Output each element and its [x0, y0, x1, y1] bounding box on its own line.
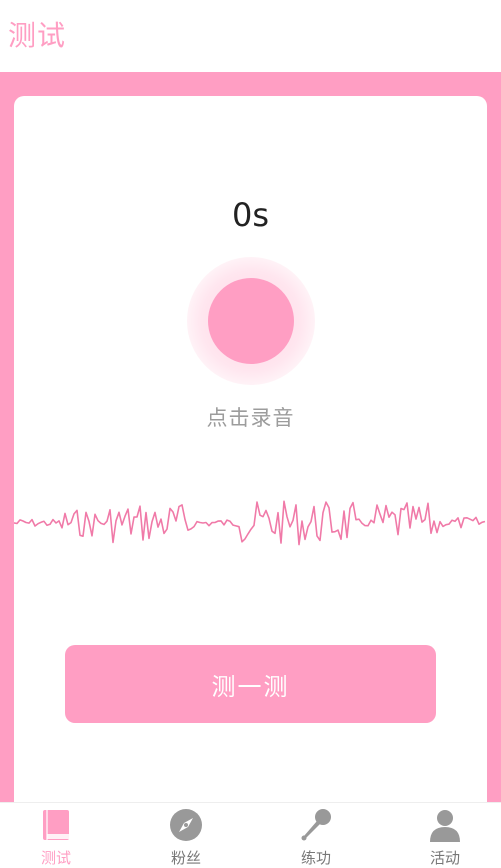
record-hint: 点击录音 [206, 406, 295, 430]
tab-events[interactable]: 活动 [405, 803, 485, 867]
tab-test-label: 测试 [40, 849, 71, 867]
app-header: 测试 [0, 0, 501, 72]
record-button[interactable] [187, 257, 315, 385]
test-button[interactable]: 测一测 [65, 645, 436, 723]
book-icon [43, 810, 69, 840]
recording-timer: 0s [231, 196, 270, 234]
bottom-tab-bar: 测试 粉丝 练功 活动 [0, 802, 501, 867]
tab-events-label: 活动 [429, 849, 460, 867]
microphone-icon [301, 809, 331, 841]
compass-icon [170, 809, 202, 841]
tab-fans-label: 粉丝 [170, 849, 201, 867]
user-icon [430, 810, 460, 842]
waveform-visualizer [14, 500, 486, 546]
record-button-core [208, 278, 294, 364]
tab-practice-label: 练功 [300, 849, 331, 867]
tab-test[interactable]: 测试 [16, 803, 96, 867]
page-title: 测试 [8, 19, 67, 52]
tab-fans[interactable]: 粉丝 [146, 803, 226, 867]
tab-practice[interactable]: 练功 [276, 803, 356, 867]
